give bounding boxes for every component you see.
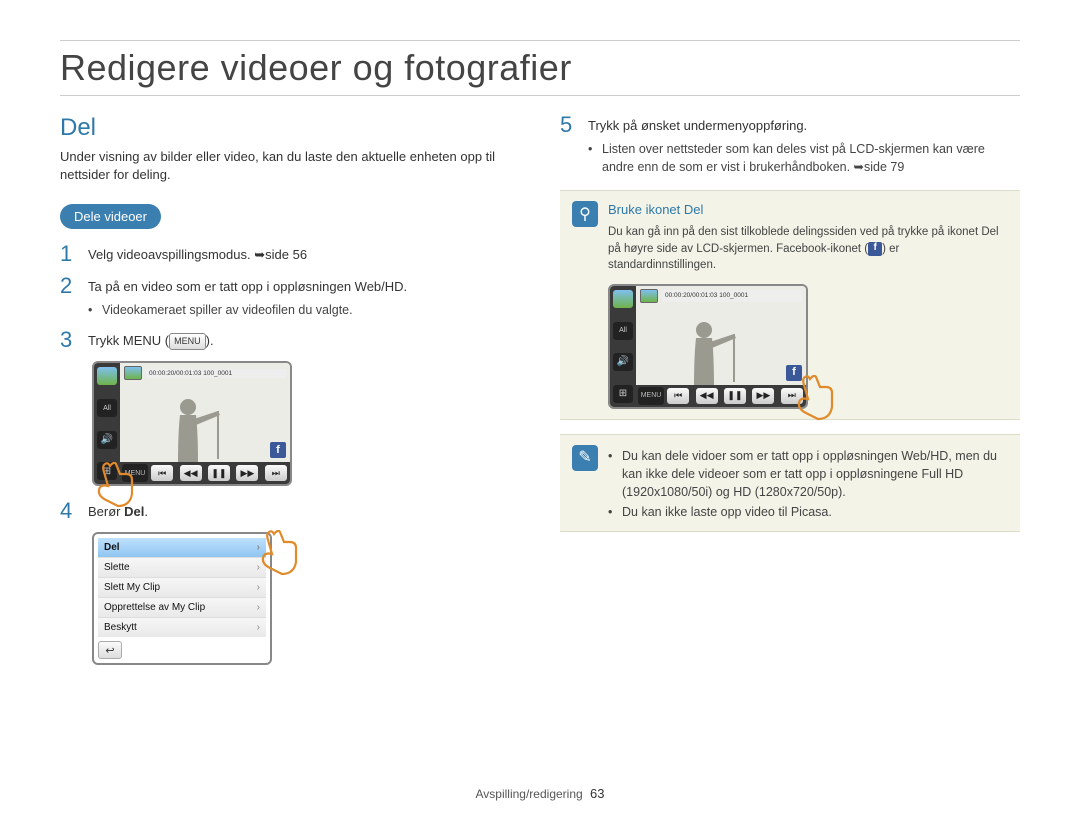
facebook-share-icon[interactable]: f	[270, 442, 286, 458]
step-5-bullet: Listen over nettsteder som kan deles vis…	[602, 142, 985, 174]
tap-hand-icon	[260, 530, 300, 576]
footer-section-label: Avspilling/redigering	[476, 787, 583, 801]
step-2-bullet: Videokameraet spiller av videofilen du v…	[102, 301, 353, 319]
page-title: Redigere videoer og fotografier	[60, 47, 1020, 96]
footer-page-number: 63	[590, 786, 604, 801]
info-box-bruke-ikonet: ⚲ Bruke ikonet Del Du kan gå inn på den …	[560, 190, 1020, 420]
arrow-icon: ➥	[854, 160, 864, 174]
timecode-label: 00:00:20/00:01:03 100_0001	[146, 369, 286, 378]
step-1: 1 Velg videoavspillingsmodus. ➥side 56	[60, 243, 520, 265]
step-3: 3 Trykk MENU (MENU).	[60, 329, 520, 351]
magnify-icon: ⚲	[572, 201, 598, 227]
step-number: 1	[60, 243, 78, 265]
rewind-button[interactable]: ◀◀	[696, 388, 718, 404]
note-bullet-1: Du kan dele vidoer som er tatt opp i opp…	[622, 447, 1008, 501]
menu-back-button[interactable]: ↩	[98, 641, 122, 659]
step-5-ref: side 79	[864, 160, 904, 174]
step-3-text-a: Trykk MENU (	[88, 333, 169, 348]
thumbnail-icon[interactable]	[97, 367, 117, 385]
step-3-text-b: ).	[206, 333, 214, 348]
menu-item-beskytt[interactable]: Beskytt›	[98, 618, 266, 637]
chevron-right-icon: ›	[257, 582, 260, 593]
step-2-text: Ta på en video som er tatt opp i oppløsn…	[88, 279, 407, 294]
all-icon[interactable]: All	[613, 322, 633, 340]
note-icon: ✎	[572, 445, 598, 471]
volume-icon[interactable]: 🔊	[97, 431, 117, 449]
step-number: 4	[60, 500, 78, 522]
timecode-label: 00:00:20/00:01:03 100_0001	[662, 290, 802, 301]
menu-item-del[interactable]: Del›	[98, 538, 266, 558]
subsection-pill: Dele videoer	[60, 204, 161, 229]
step-number: 5	[560, 114, 578, 136]
tap-hand-icon	[96, 462, 136, 508]
all-icon[interactable]: All	[97, 399, 117, 417]
grid-icon[interactable]: ⊞	[613, 385, 633, 403]
pause-button[interactable]: ❚❚	[208, 465, 230, 481]
prev-clip-button[interactable]: ⏮	[667, 388, 689, 404]
facebook-icon: f	[868, 242, 882, 256]
menu-screenshot: Del› Slette› Slett My Clip› Opprettelse …	[92, 532, 282, 665]
info-title: Bruke ikonet Del	[608, 201, 1008, 220]
arrow-icon: ➥	[254, 247, 265, 262]
clip-thumb-icon	[640, 289, 658, 303]
pause-button[interactable]: ❚❚	[724, 388, 746, 404]
chevron-right-icon: ›	[257, 622, 260, 633]
forward-button[interactable]: ▶▶	[236, 465, 258, 481]
step-5-text: Trykk på ønsket undermenyoppføring.	[588, 118, 807, 133]
lcd-screenshot-1: All 🔊 ⊞ 00:00:20/00:01:03 100_0001	[92, 361, 302, 486]
chevron-right-icon: ›	[257, 602, 260, 613]
left-column: Del Under visning av bilder eller video,…	[60, 114, 520, 675]
tap-hand-icon	[796, 375, 836, 421]
step-number: 2	[60, 275, 78, 297]
info-box-notes: ✎ •Du kan dele vidoer som er tatt opp i …	[560, 434, 1020, 533]
note-bullet-2: Du kan ikke laste opp video til Picasa.	[622, 503, 832, 521]
thumbnail-icon[interactable]	[613, 290, 633, 308]
menu-item-slett-my-clip[interactable]: Slett My Clip›	[98, 578, 266, 598]
section-heading-del: Del	[60, 114, 520, 142]
clip-thumb-icon	[124, 366, 142, 380]
page-footer: Avspilling/redigering 63	[0, 786, 1080, 801]
step-number: 3	[60, 329, 78, 351]
step-1-text: Velg videoavspillingsmodus.	[88, 247, 254, 262]
info1-text-a: Du kan gå inn på den sist tilkoblede del…	[608, 226, 999, 255]
menu-item-opprettelse[interactable]: Opprettelse av My Clip›	[98, 598, 266, 618]
step-4-text-b: .	[144, 504, 148, 519]
step-5: 5 Trykk på ønsket undermenyoppføring. •L…	[560, 114, 1020, 176]
menu-item-slette[interactable]: Slette›	[98, 558, 266, 578]
rewind-button[interactable]: ◀◀	[180, 465, 202, 481]
lcd-screenshot-2: All 🔊 ⊞ 00:00:20/00:01:03 100_0001	[608, 284, 818, 409]
next-clip-button[interactable]: ⏭	[265, 465, 287, 481]
person-silhouette-icon	[160, 393, 230, 463]
step-1-ref: side 56	[265, 247, 307, 262]
right-column: 5 Trykk på ønsket undermenyoppføring. •L…	[560, 114, 1020, 675]
menu-button-inline: MENU	[169, 333, 206, 350]
intro-text: Under visning av bilder eller video, kan…	[60, 148, 520, 184]
prev-clip-button[interactable]: ⏮	[151, 465, 173, 481]
person-silhouette-icon	[676, 316, 746, 386]
forward-button[interactable]: ▶▶	[752, 388, 774, 404]
volume-icon[interactable]: 🔊	[613, 353, 633, 371]
step-2: 2 Ta på en video som er tatt opp i opplø…	[60, 275, 520, 319]
lcd-menu-button[interactable]: MENU	[638, 387, 664, 405]
